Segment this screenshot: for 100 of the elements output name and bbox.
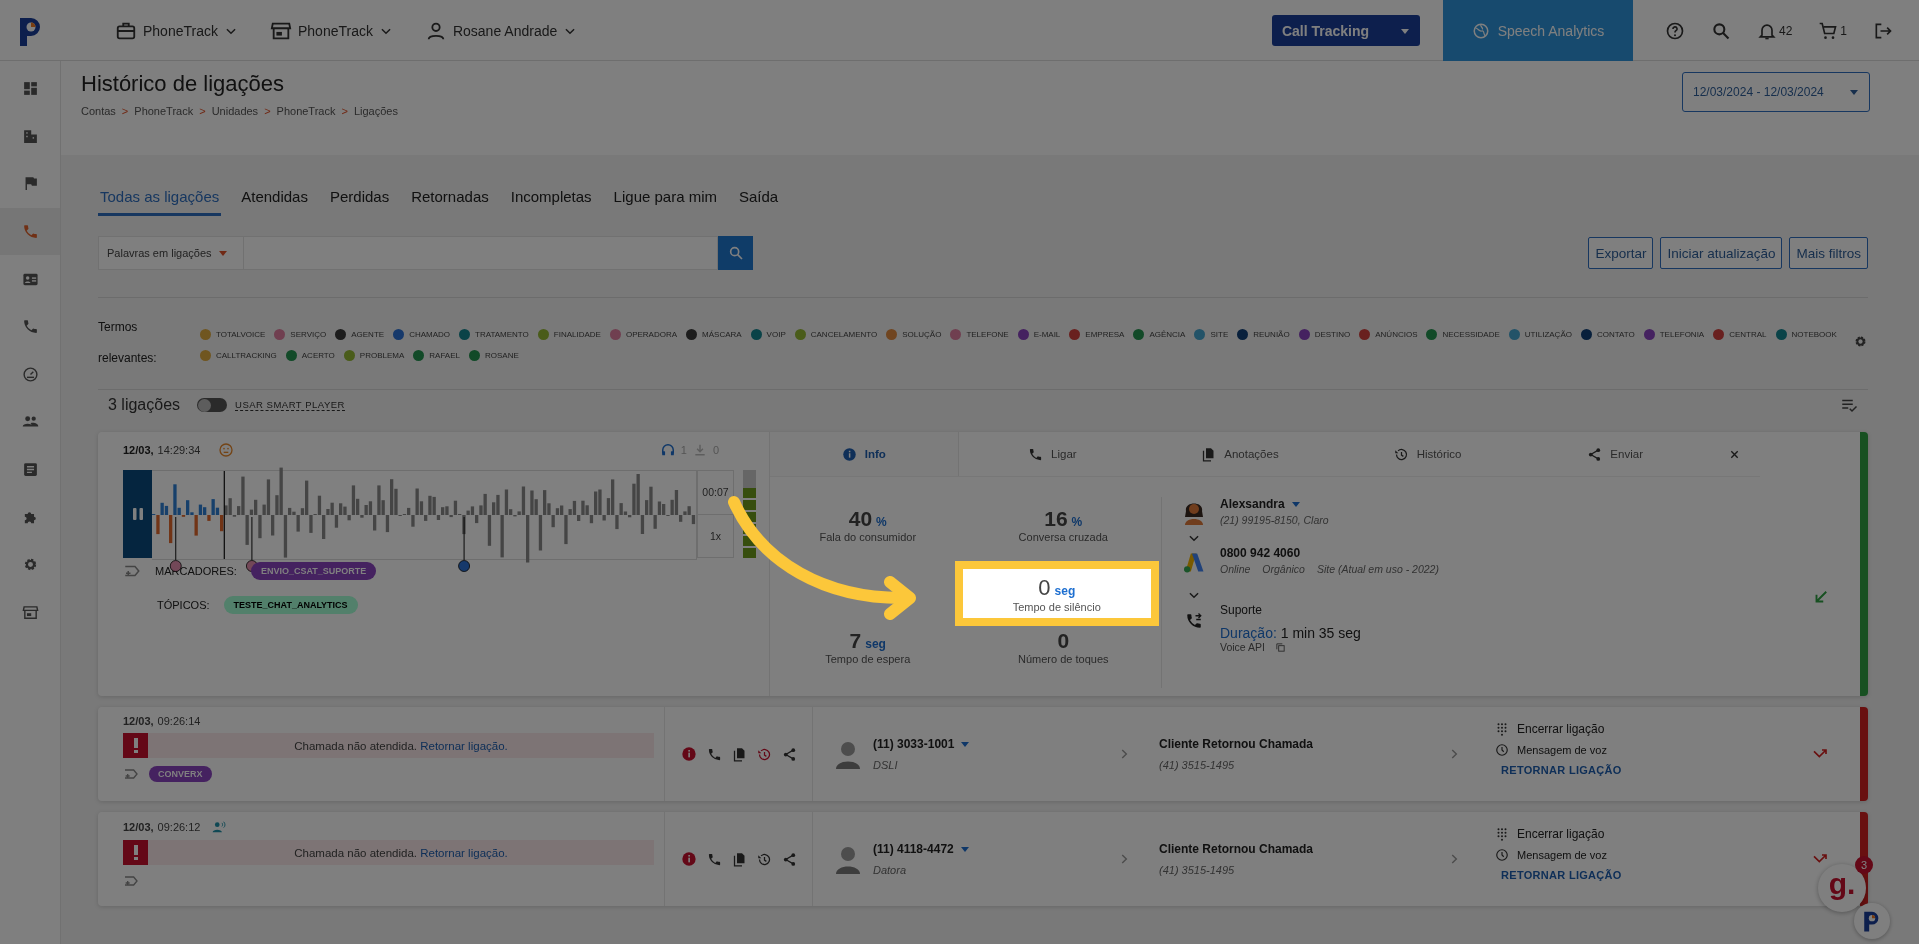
history-button[interactable]	[756, 851, 772, 867]
term-label: FINALIDADE	[553, 329, 601, 339]
stat-value: 0	[1057, 629, 1070, 652]
call-filter-tab[interactable]: Atendidas	[239, 180, 310, 216]
return-call-button[interactable]: RETORNAR LIGAÇÃO	[1501, 764, 1780, 776]
page-title: Histórico de ligações	[81, 71, 285, 97]
cart-icon	[1818, 20, 1839, 41]
call-filter-tab[interactable]: Incompletas	[508, 180, 594, 216]
caller-number[interactable]: (11) 3033-1001	[873, 737, 955, 751]
face-icon	[218, 442, 235, 458]
globe-icon	[1471, 21, 1490, 40]
alert-icon	[123, 840, 148, 865]
waveform-drawing[interactable]	[224, 467, 696, 563]
notes-button[interactable]	[731, 746, 747, 762]
call-time: 09:26:14	[157, 715, 201, 727]
source-label: Site (Atual em uso - 2022)	[1316, 563, 1439, 575]
pause-button[interactable]	[123, 470, 152, 558]
return-call-link[interactable]: Retornar ligação.	[420, 739, 508, 752]
breadcrumb-link[interactable]: Ligações	[353, 105, 398, 117]
stat-label: Fala do consumidor	[819, 531, 917, 543]
stat-label: Número de toques	[1018, 653, 1109, 665]
marker-pin[interactable]	[458, 516, 470, 572]
end-call-label: Encerrar ligação	[1517, 827, 1605, 841]
clock-icon	[1495, 848, 1509, 862]
share-icon	[1587, 446, 1603, 462]
caller-number[interactable]: (11) 4118-4472	[873, 842, 954, 856]
product-select[interactable]: Call Tracking	[1271, 15, 1420, 46]
phone-icon	[21, 223, 39, 241]
history-icon	[756, 851, 772, 867]
detail-tab[interactable]: Enviar	[1521, 432, 1709, 476]
call-filter-tab[interactable]: Todas as ligações	[98, 180, 222, 216]
cart-button[interactable]: 1	[1814, 16, 1851, 45]
dashboard-icon	[21, 80, 39, 98]
term-label: OPERADORA	[625, 329, 678, 339]
topic-tag[interactable]: TESTE_CHAT_ANALYTICS	[223, 596, 358, 614]
call-button[interactable]	[706, 746, 722, 762]
contact-name[interactable]: Alexsandra	[1220, 497, 1285, 511]
history-button[interactable]	[756, 746, 772, 762]
copy-icon	[1274, 641, 1286, 653]
duration-label: Duração:	[1220, 625, 1277, 641]
term-label: NECESSIDADE	[1442, 329, 1500, 339]
stat-label: Tempo de espera	[825, 653, 911, 665]
phone-transfer-icon	[1185, 612, 1203, 630]
breadcrumb-link[interactable]: Unidades	[211, 105, 259, 117]
term-label: CONTATO	[1596, 329, 1635, 339]
account-menu[interactable]: PhoneTrack	[111, 15, 242, 46]
account-menu[interactable]: PhoneTrack	[265, 15, 397, 46]
share-button[interactable]	[781, 746, 797, 762]
call-count: 3 ligações	[108, 396, 181, 414]
detail-tab[interactable]: Ligar	[958, 432, 1147, 476]
voicemail-label: Mensagem de voz	[1517, 849, 1607, 861]
breadcrumb-link[interactable]: PhoneTrack	[276, 105, 336, 117]
call-time: 14:29:34	[157, 444, 201, 456]
breadcrumb-link[interactable]: PhoneTrack	[134, 105, 194, 117]
search-filter-dropdown[interactable]: Palavras em ligações	[98, 236, 244, 270]
info-icon	[680, 746, 697, 762]
return-call-button[interactable]: RETORNAR LIGAÇÃO	[1501, 869, 1780, 881]
person-avatar-icon	[835, 844, 861, 874]
term-label: ROSANE	[484, 350, 519, 360]
help-widget-button[interactable]	[1854, 903, 1890, 939]
search-icon	[727, 245, 744, 261]
call-filter-tab[interactable]: Saída	[737, 180, 781, 216]
share-button[interactable]	[781, 851, 797, 867]
action-button[interactable]: Exportar	[1588, 237, 1654, 269]
action-button[interactable]: Iniciar atualização	[1660, 237, 1783, 269]
account-menu[interactable]: Rosane Andrade	[420, 15, 582, 46]
search-field[interactable]	[244, 236, 718, 270]
notes-button[interactable]	[731, 851, 747, 867]
call-time: 09:26:12	[157, 821, 201, 833]
search-button[interactable]	[718, 236, 753, 270]
call-button[interactable]	[706, 851, 722, 867]
caller-carrier: Datora	[873, 864, 908, 876]
smart-player-toggle[interactable]	[197, 398, 228, 412]
call-tag[interactable]: CONVERX	[149, 766, 212, 782]
info-button[interactable]	[680, 851, 697, 867]
term-label: UTILIZAÇÃO	[1524, 329, 1572, 339]
breadcrumb-link[interactable]: Contas	[81, 105, 116, 117]
term-label: RAFAEL	[429, 350, 460, 360]
bell-button[interactable]: 42	[1752, 16, 1797, 45]
detail-tab[interactable]: Histórico	[1333, 432, 1522, 476]
smart-player-label[interactable]: USAR SMART PLAYER	[235, 399, 345, 411]
history-icon	[1393, 446, 1409, 462]
call-filter-tab[interactable]: Ligue para mim	[611, 180, 719, 216]
playback-speed[interactable]: 1x	[698, 513, 733, 557]
detail-tab[interactable]: Anotações	[1146, 432, 1334, 476]
term-label: DESTINO	[1314, 329, 1351, 339]
phone-icon	[1028, 446, 1044, 462]
speech-analytics-tab[interactable]: Speech Analytics	[1442, 0, 1633, 61]
list-icon	[21, 461, 39, 479]
date-range-picker[interactable]: 12/03/2024 - 12/03/2024	[1682, 72, 1870, 112]
detail-tab[interactable]: Info	[770, 432, 959, 476]
call-filter-tab[interactable]: Perdidas	[327, 180, 392, 216]
call-filter-tab[interactable]: Retornadas	[409, 180, 491, 216]
marker-tag[interactable]: ENVIO_CSAT_SUPORTE	[250, 562, 377, 580]
term-label: TRATAMENTO	[475, 329, 529, 339]
info-button[interactable]	[680, 746, 697, 762]
action-button[interactable]: Mais filtros	[1789, 237, 1868, 269]
return-call-link[interactable]: Retornar ligação.	[420, 846, 508, 859]
term-label: TELEFONIA	[1659, 329, 1705, 339]
term-label: EMPRESA	[1085, 329, 1125, 339]
